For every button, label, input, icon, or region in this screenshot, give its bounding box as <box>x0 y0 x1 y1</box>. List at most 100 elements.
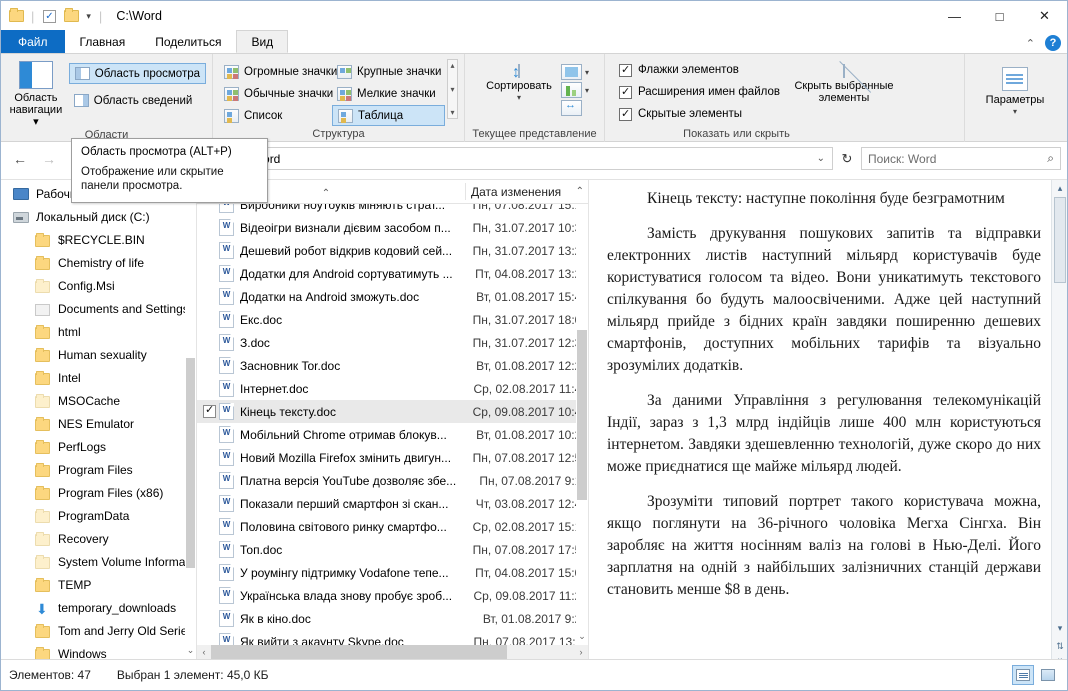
list-view-button[interactable]: Список <box>219 105 332 126</box>
close-button[interactable]: ✕ <box>1022 1 1067 31</box>
options-button[interactable]: Параметры ▾ <box>973 63 1057 118</box>
large-icons-button[interactable]: Крупные значки <box>332 61 445 82</box>
preview-scroll-thumb[interactable] <box>1054 197 1066 283</box>
item-checkboxes-option[interactable]: Флажки элементов <box>619 59 780 81</box>
chevron-down-icon[interactable]: ▾ <box>84 11 93 22</box>
sort-by-button[interactable]: Сортировать ▾ <box>483 61 555 104</box>
details-pane-button[interactable]: Область сведений <box>69 90 206 111</box>
tree-item-nes-emulator[interactable]: NES Emulator <box>1 412 196 435</box>
details-view-button[interactable]: Таблица <box>332 105 445 126</box>
preview-scroll-down-icon[interactable]: ▾ <box>1052 620 1067 636</box>
thumbnails-view-toggle-button[interactable] <box>1037 665 1059 685</box>
file-list-scroll-thumb[interactable] <box>577 330 587 500</box>
navigation-pane-scrollbar[interactable] <box>185 180 196 659</box>
tree-item-system-volume-information[interactable]: System Volume Informat <box>1 550 196 573</box>
tree-item-msocache[interactable]: MSOCache <box>1 389 196 412</box>
file-list-horizontal-scrollbar[interactable]: ‹ › <box>197 645 588 659</box>
file-list-scrollbar[interactable]: ⌄ <box>576 204 588 645</box>
table-row[interactable]: Як в кіно.doc Вт, 01.08.2017 9:25 <box>197 607 588 630</box>
preview-scroll-up-icon[interactable]: ▴ <box>1052 180 1067 196</box>
back-button[interactable]: ← <box>7 147 33 171</box>
medium-icons-button[interactable]: Обычные значки <box>219 83 333 104</box>
table-row[interactable]: З.doc Пн, 31.07.2017 12:39 <box>197 331 588 354</box>
small-icons-button[interactable]: Мелкие значки <box>332 83 445 104</box>
details-view-toggle-button[interactable] <box>1012 665 1034 685</box>
layout-gallery-scroll[interactable]: ▴ ▾ ▾ <box>447 59 458 119</box>
table-row[interactable]: Дешевий робот відкрив кодовий сей... Пн,… <box>197 239 588 262</box>
tree-item-config-msi[interactable]: Config.Msi <box>1 274 196 297</box>
hscroll-left-icon[interactable]: ‹ <box>197 647 211 657</box>
new-folder-icon[interactable] <box>62 7 80 25</box>
tree-item-temporary-downloads[interactable]: ⬇ temporary_downloads <box>1 596 196 619</box>
group-by-caret-icon[interactable]: ▾ <box>585 86 589 95</box>
table-row[interactable]: Засновник Tor.doc Вт, 01.08.2017 12:26 <box>197 354 588 377</box>
add-columns-caret-icon[interactable]: ▾ <box>585 68 589 77</box>
size-columns-icon[interactable] <box>561 99 582 116</box>
forward-button[interactable]: → <box>36 147 62 171</box>
table-row[interactable]: Новий Mozilla Firefox змінить двигун... … <box>197 446 588 469</box>
tree-item-perflogs[interactable]: PerfLogs <box>1 435 196 458</box>
table-row[interactable]: Додатки на Android зможуть.doc Вт, 01.08… <box>197 285 588 308</box>
navigation-pane-scroll-thumb[interactable] <box>186 358 195 568</box>
tree-item-recycle-bin[interactable]: $RECYCLE.BIN <box>1 228 196 251</box>
list-scroll-up-icon[interactable]: ⌃ <box>576 186 584 197</box>
huge-icons-button[interactable]: Огромные значки <box>219 61 337 82</box>
table-row[interactable]: Як вийти з акаунту Skype.doc Пн, 07.08.2… <box>197 630 588 645</box>
tree-item-recovery[interactable]: Recovery <box>1 527 196 550</box>
chevron-up-icon[interactable]: ⌃ <box>1026 37 1035 50</box>
group-by-icon[interactable] <box>561 82 582 98</box>
maximize-button[interactable]: □ <box>977 1 1022 31</box>
tab-file[interactable]: Файл <box>1 30 65 53</box>
row-checkbox-checked[interactable] <box>203 403 216 418</box>
preview-previous-page-icon[interactable]: ⇅ <box>1052 638 1067 654</box>
table-row[interactable]: Виробники ноутбуків міняють страт... Пн,… <box>197 204 588 216</box>
table-row[interactable]: Мобільний Chrome отримав блокув... Вт, 0… <box>197 423 588 446</box>
gallery-expand-icon[interactable]: ▾ <box>450 108 454 117</box>
hscroll-right-icon[interactable]: › <box>574 647 588 657</box>
file-extensions-option[interactable]: Расширения имен файлов <box>619 81 780 103</box>
table-row[interactable]: Українська влада знову пробує зроб... Ср… <box>197 584 588 607</box>
table-row[interactable]: Відеоігри визнали дієвим засобом п... Пн… <box>197 216 588 239</box>
preview-pane-button[interactable]: Область просмотра <box>68 63 206 84</box>
table-row[interactable]: Екс.doc Пн, 31.07.2017 18:09 <box>197 308 588 331</box>
tree-item-local-disk[interactable]: Локальный диск (C:) <box>1 205 196 228</box>
tree-item-tom-and-jerry[interactable]: Tom and Jerry Old Series <box>1 619 196 642</box>
sort-caret-icon[interactable]: ▾ <box>517 92 521 104</box>
tree-item-intel[interactable]: Intel <box>1 366 196 389</box>
hscroll-thumb[interactable] <box>211 645 507 659</box>
search-icon[interactable]: ⌕ <box>1047 151 1054 166</box>
table-row-selected[interactable]: Кінець тексту.doc Ср, 09.08.2017 10:46 <box>197 400 588 423</box>
table-row[interactable]: Топ.doc Пн, 07.08.2017 17:57 <box>197 538 588 561</box>
table-row[interactable]: Половина світового ринку смартфо... Ср, … <box>197 515 588 538</box>
table-row[interactable]: У роумінгу підтримку Vodafone тепе... Пт… <box>197 561 588 584</box>
hscroll-track[interactable] <box>211 645 574 659</box>
hide-selected-items-button[interactable]: Скрыть выбранные элементы <box>794 59 894 104</box>
item-checkboxes-checkbox[interactable] <box>619 63 632 77</box>
tab-home[interactable]: Главная <box>65 30 141 53</box>
navigation-pane-button[interactable]: Область навигации ▾ <box>7 57 65 128</box>
folder-icon[interactable] <box>7 7 25 25</box>
search-input[interactable]: Поиск: Word ⌕ <box>861 147 1061 170</box>
tree-item-temp[interactable]: TEMP <box>1 573 196 596</box>
table-row[interactable]: Показали перший смартфон зі скан... Чт, … <box>197 492 588 515</box>
tree-item-documents-and-settings[interactable]: Documents and Settings <box>1 297 196 320</box>
tree-item-program-files[interactable]: Program Files <box>1 458 196 481</box>
options-caret-icon[interactable]: ▾ <box>1013 106 1017 118</box>
help-icon[interactable]: ? <box>1045 35 1061 51</box>
preview-scrollbar[interactable]: ▴ ▾ ⇅ ⇵ <box>1051 180 1067 659</box>
navigation-pane-scroll-down-icon[interactable]: ⌄ <box>185 645 196 659</box>
tree-item-html[interactable]: html <box>1 320 196 343</box>
tab-share[interactable]: Поделиться <box>140 30 236 53</box>
file-list-scroll-down-icon[interactable]: ⌄ <box>576 631 588 645</box>
tree-item-windows[interactable]: Windows <box>1 642 196 659</box>
tree-item-program-files-x86[interactable]: Program Files (x86) <box>1 481 196 504</box>
tree-item-chemistry-of-life[interactable]: Chemistry of life <box>1 251 196 274</box>
table-row[interactable]: Платна версія YouTube дозволяє збе... Пн… <box>197 469 588 492</box>
table-row[interactable]: Додатки для Android сортуватимуть ... Пт… <box>197 262 588 285</box>
add-columns-icon[interactable] <box>561 64 582 80</box>
tree-item-programdata[interactable]: ProgramData <box>1 504 196 527</box>
table-row[interactable]: Інтернет.doc Ср, 02.08.2017 11:48 <box>197 377 588 400</box>
column-header-date-modified[interactable]: Дата изменения <box>465 185 588 199</box>
gallery-scroll-up-icon[interactable]: ▴ <box>450 61 454 70</box>
tree-item-human-sexuality[interactable]: Human sexuality <box>1 343 196 366</box>
